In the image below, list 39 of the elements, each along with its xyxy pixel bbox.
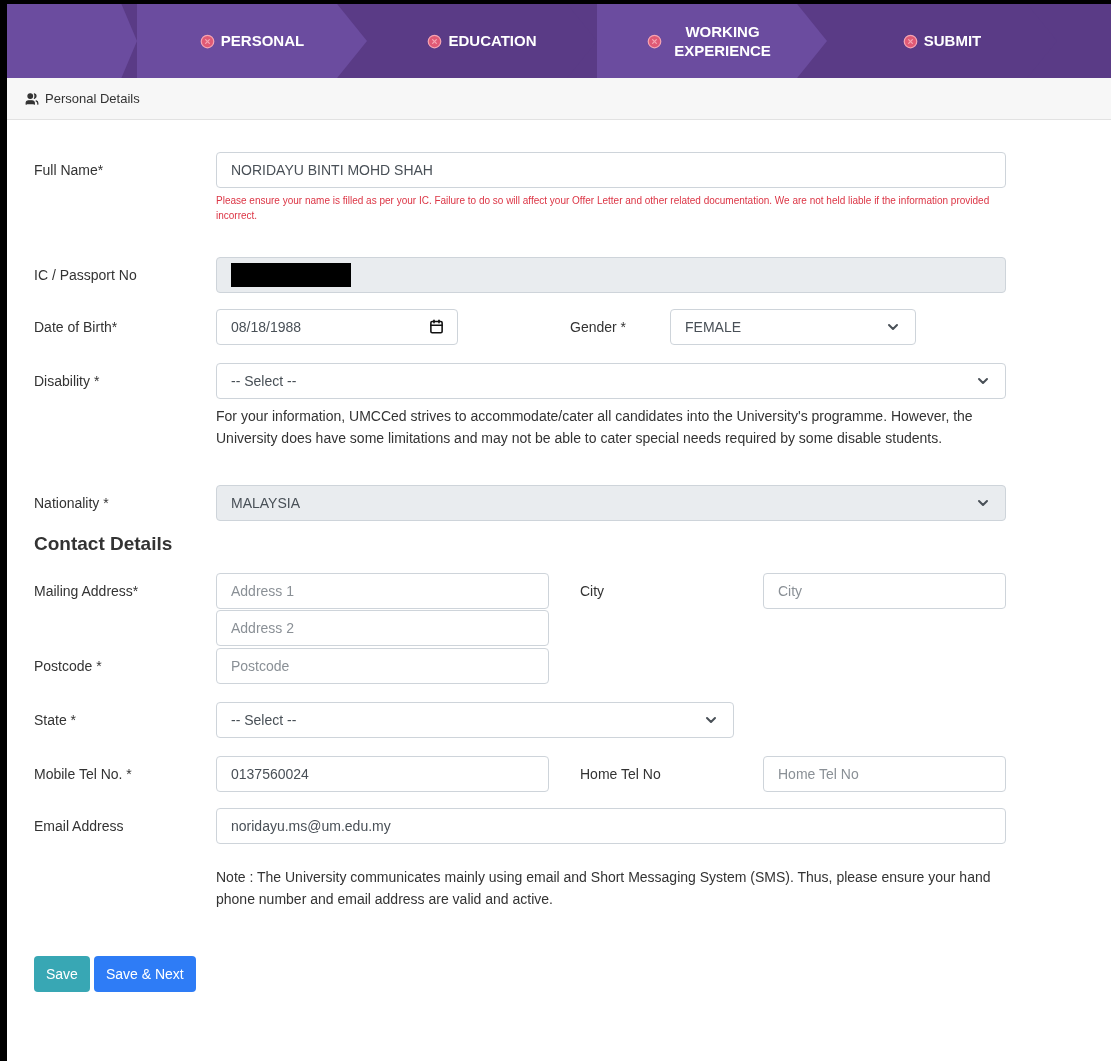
field-label: IC / Passport No bbox=[34, 266, 138, 285]
field-label: Postcode * bbox=[34, 657, 103, 676]
wizard-step[interactable]: WORKING EXPERIENCE bbox=[597, 4, 827, 78]
field-label: Email Address bbox=[34, 817, 125, 836]
field-label: Mailing Address* bbox=[34, 582, 140, 601]
postcode-field[interactable]: Postcode bbox=[216, 648, 549, 684]
panel-title: Personal Details bbox=[45, 91, 140, 106]
field-label: Home Tel No bbox=[579, 765, 662, 784]
x-circle-icon bbox=[199, 33, 215, 49]
field-label: City bbox=[579, 582, 606, 601]
city-field[interactable]: City bbox=[763, 573, 1006, 609]
address-field[interactable]: Address 1 bbox=[216, 573, 549, 609]
wizard-step[interactable]: PERSONAL bbox=[137, 4, 367, 78]
calendar-icon bbox=[429, 319, 444, 334]
users-icon bbox=[25, 91, 39, 106]
disability-select[interactable]: -- Select -- bbox=[216, 363, 1006, 399]
field-label: Nationality * bbox=[34, 494, 110, 513]
email-field[interactable]: noridayu.ms@um.edu.my bbox=[216, 808, 1006, 844]
state-select[interactable]: -- Select -- bbox=[216, 702, 734, 738]
section-heading: Contact Details bbox=[34, 533, 174, 555]
disability-info: For your information, UMCCed strives to accommodate/cater all candidates into the University's programme. However, the University does have some limitations and may not be able to cater special needs required by some disable students. bbox=[216, 407, 974, 448]
gender-select[interactable]: FEMALE bbox=[670, 309, 916, 345]
date-field[interactable]: 08/18/1988 bbox=[216, 309, 458, 345]
contact-note: Note : The University communicates mainly using email and Short Messaging System (SMS). Thus, please ensure your hand phone number and email address are valid and active. bbox=[216, 868, 992, 909]
save-button[interactable]: Save & Next bbox=[93, 956, 196, 992]
x-circle-icon bbox=[902, 33, 918, 49]
field-label: Disability * bbox=[34, 372, 101, 391]
field-label: Date of Birth* bbox=[34, 318, 119, 337]
field-label: Mobile Tel No. * bbox=[34, 765, 133, 784]
full-name-field[interactable]: NORIDAYU BINTI MOHD SHAH bbox=[216, 152, 1006, 188]
field-label: Gender * bbox=[569, 318, 628, 337]
x-circle-icon bbox=[427, 33, 443, 49]
name-warning: Please ensure your name is filled as per your IC. Failure to do so will affect your Offer Letter and other related documentation. We are not held liable if the information provided incorrect. bbox=[216, 194, 991, 223]
home-tel-field[interactable]: Home Tel No bbox=[763, 756, 1006, 792]
field-label: State * bbox=[34, 711, 78, 730]
address-field[interactable]: Address 2 bbox=[216, 610, 549, 646]
mobile-field[interactable]: 0137560024 bbox=[216, 756, 549, 792]
field-label: Full Name* bbox=[34, 161, 105, 180]
x-circle-icon bbox=[646, 33, 662, 49]
